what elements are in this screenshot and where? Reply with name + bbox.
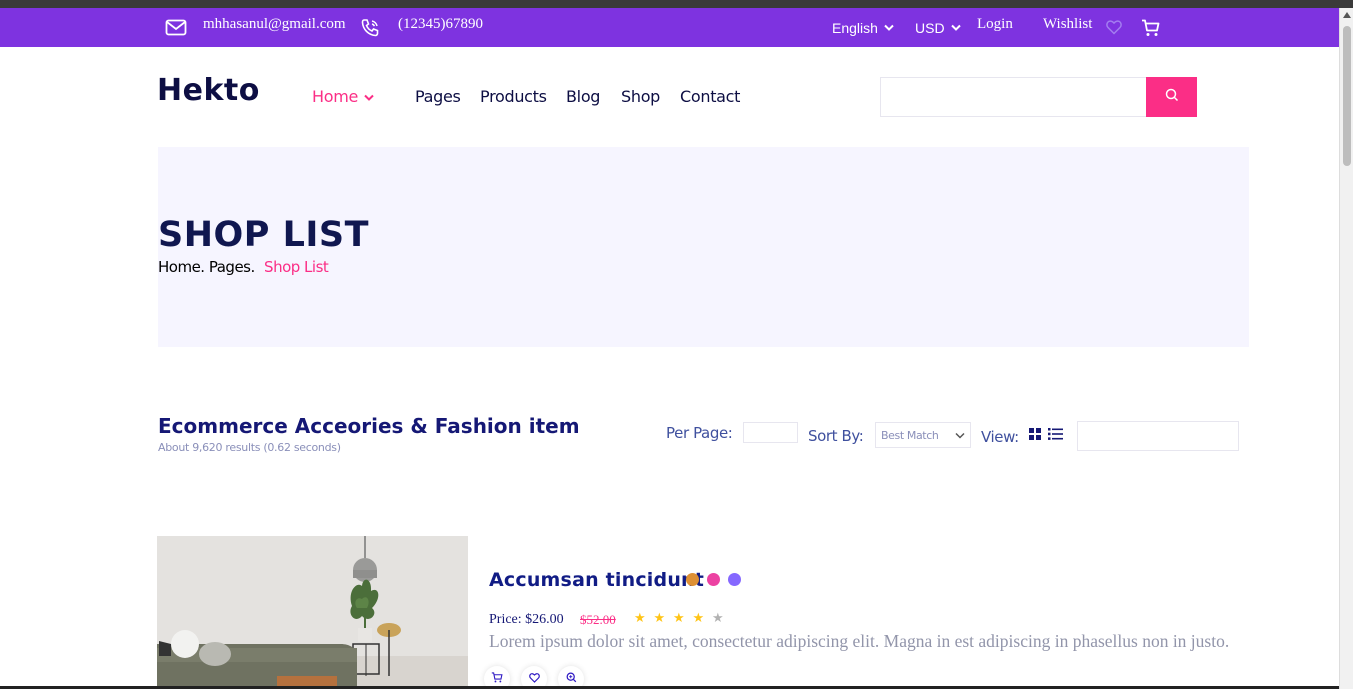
nav-products[interactable]: Products [480,87,547,106]
sort-by-select[interactable]: Best Match [875,422,971,448]
mail-icon [165,8,187,47]
chevron-down-icon [950,24,961,32]
star-icon: ★ [653,610,666,625]
nav-contact[interactable]: Contact [680,87,740,106]
breadcrumb-current: Shop List [264,258,329,276]
product-old-price: $52.00 [580,612,616,627]
wishlist-link[interactable]: Wishlist [1043,5,1092,44]
site-logo[interactable]: Hekto [157,73,260,108]
page-scrollbar[interactable] [1339,8,1353,689]
star-icon: ★ [692,610,705,625]
scroll-up-arrow-icon[interactable] [1343,12,1351,18]
contact-email[interactable]: mhhasanul@gmail.com [203,5,346,44]
product-image[interactable] [157,536,468,689]
page-header-banner: SHOP LIST Home. Pages. Shop List [158,147,1249,347]
scrollbar-thumb[interactable] [1343,26,1351,166]
per-page-input[interactable] [743,422,798,443]
grid-view-icon[interactable] [1029,427,1041,445]
nav-home[interactable]: Home [312,87,374,106]
color-swatch-orange[interactable] [686,573,699,586]
breadcrumb-pages[interactable]: Pages. [209,258,255,276]
view-input[interactable] [1077,421,1239,451]
breadcrumb: Home. Pages. Shop List [158,258,329,276]
breadcrumb-home[interactable]: Home. [158,258,205,276]
search-icon [1165,88,1179,107]
per-page-label: Per Page: [666,424,733,442]
nav-shop[interactable]: Shop [621,87,660,106]
star-icon: ★ [634,610,646,625]
nav-home-label: Home [312,87,359,106]
color-swatch-pink[interactable] [707,573,720,586]
search-button[interactable] [1146,77,1197,117]
heart-icon[interactable] [1106,8,1122,47]
cart-icon[interactable] [1141,8,1160,47]
sort-by-value: Best Match [881,428,939,442]
top-bar: mhhasanul@gmail.com (12345)67890 English… [0,8,1339,47]
list-view-icon[interactable] [1048,427,1063,445]
nav-pages[interactable]: Pages [415,87,461,106]
language-select[interactable]: English [832,8,894,47]
chevron-down-icon [955,430,965,443]
sort-by-label: Sort By: [808,427,864,445]
product-title[interactable]: Accumsan tincidunt [489,569,704,591]
nav-blog[interactable]: Blog [566,87,600,106]
star-icon: ★ [712,610,724,625]
login-link[interactable]: Login [977,5,1013,44]
results-count: About 9,620 results (0.62 seconds) [158,441,341,454]
color-swatch-purple[interactable] [728,573,741,586]
view-label: View: [981,428,1019,446]
currency-label: USD [915,19,945,36]
product-description: Lorem ipsum dolor sit amet, consectetur … [489,631,1230,651]
product-price: Price: $26.00 [489,612,564,627]
star-icon: ★ [673,610,685,625]
language-label: English [832,19,878,36]
listing-title: Ecommerce Acceories & Fashion item [158,414,580,438]
search-input[interactable] [880,77,1147,117]
contact-phone[interactable]: (12345)67890 [398,5,483,44]
main-navigation: Hekto Home Pages Products Blog Shop Cont… [0,47,1339,147]
page-title: SHOP LIST [158,215,369,255]
chevron-down-icon [364,87,374,106]
currency-select[interactable]: USD [915,8,961,47]
chevron-down-icon [884,24,894,32]
phone-icon [359,8,381,47]
